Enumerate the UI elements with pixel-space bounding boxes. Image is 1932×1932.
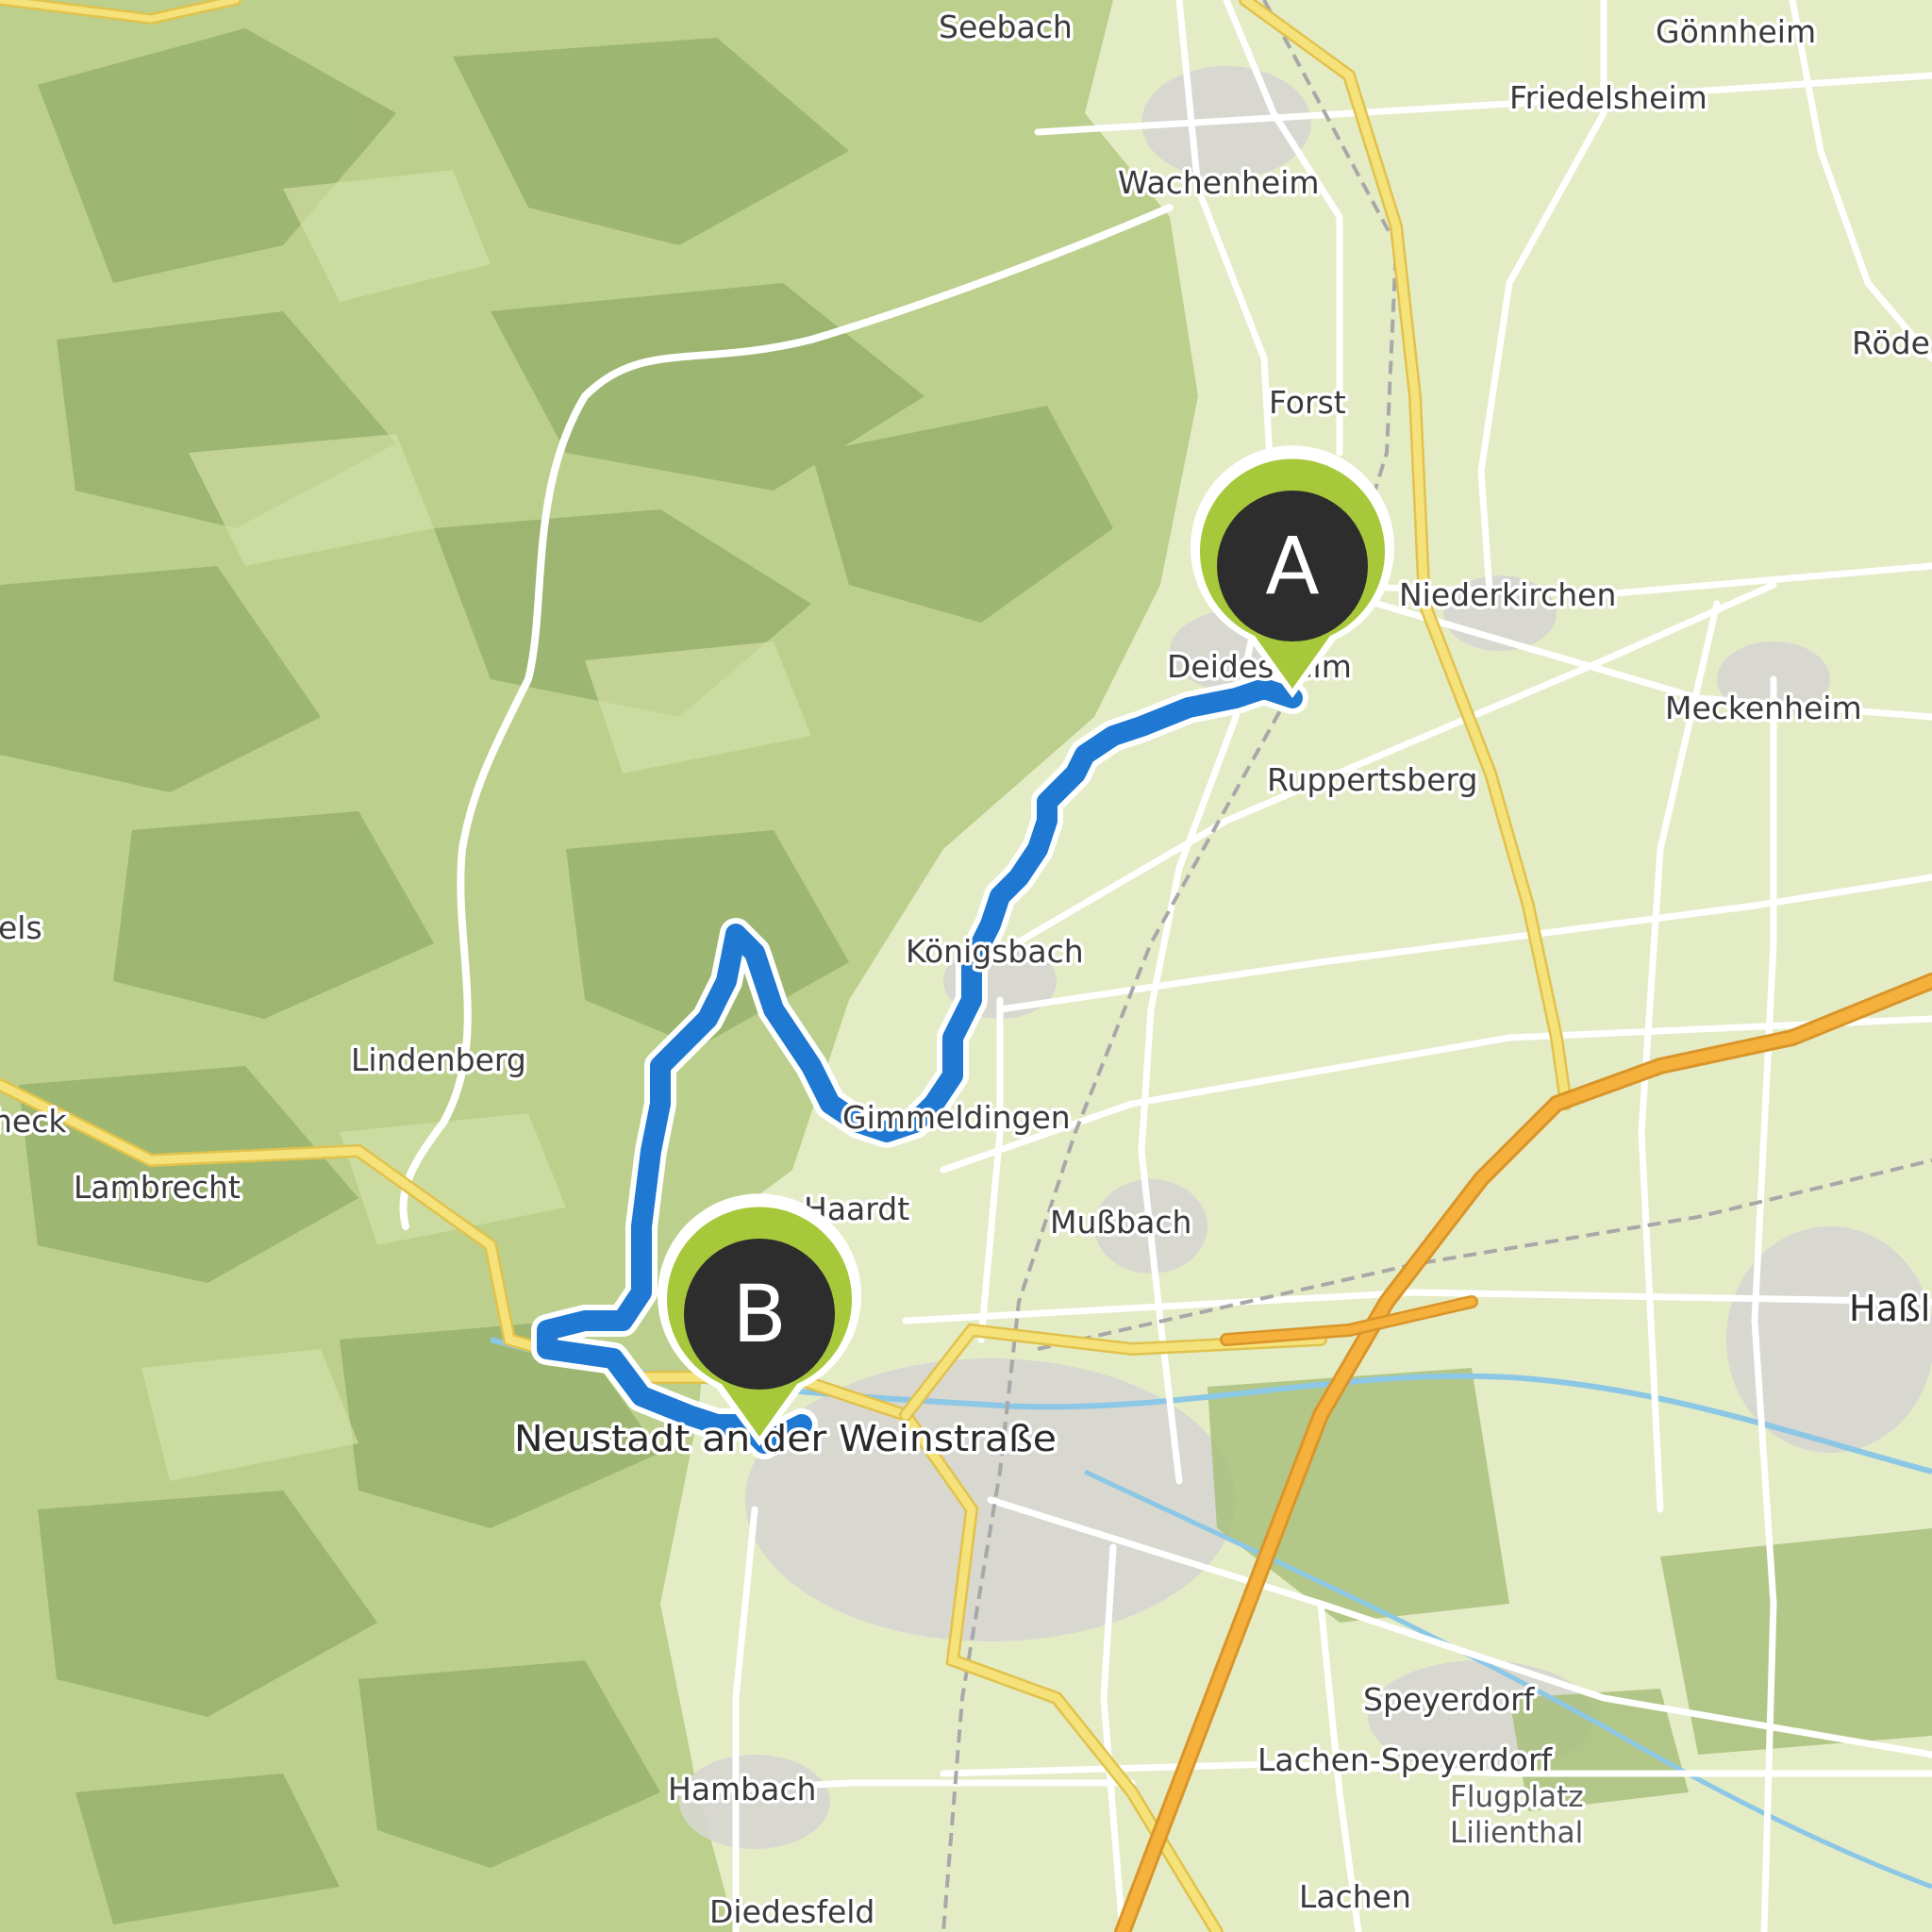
place-label-friedelsheim: Friedelsheim <box>1509 79 1707 116</box>
place-label-heck: heck <box>0 1103 67 1140</box>
place-label-lachen: Lachen <box>1299 1878 1411 1915</box>
place-label-neustadt: Neustadt an der Weinstraße <box>514 1418 1057 1459</box>
place-label-niederkirchen: Niederkirchen <box>1399 576 1616 613</box>
place-label-lambrecht: Lambrecht <box>74 1169 241 1206</box>
place-label-forst: Forst <box>1269 384 1346 421</box>
place-label-wachenheim: Wachenheim <box>1118 164 1320 201</box>
place-label-lachen-speyerdorf: Lachen-Speyerdorf <box>1257 1741 1554 1778</box>
place-label-flugplatz: Flugplatz <box>1450 1780 1583 1814</box>
place-label-lilienthal: Lilienthal <box>1450 1816 1583 1850</box>
end-marker-letter: B <box>732 1268 787 1360</box>
place-label-koenigsbach: Königsbach <box>906 933 1084 970</box>
place-label-gimmeldingen: Gimmeldingen <box>842 1099 1071 1136</box>
place-label-diedesfeld: Diedesfeld <box>709 1893 874 1930</box>
place-label-hambach: Hambach <box>668 1771 816 1807</box>
map-canvas[interactable]: Seebach Gönnheim Friedelsheim Wachenheim… <box>0 0 1932 1932</box>
place-label-meckenheim: Meckenheim <box>1665 690 1862 726</box>
map-view[interactable]: Seebach Gönnheim Friedelsheim Wachenheim… <box>0 0 1932 1932</box>
place-label-roedersheim: Röde <box>1852 325 1930 361</box>
place-label-els: els <box>0 909 42 946</box>
start-marker-letter: A <box>1265 520 1319 612</box>
place-label-speyerdorf: Speyerdorf <box>1363 1681 1536 1718</box>
place-label-lindenberg: Lindenberg <box>351 1041 526 1078</box>
place-label-hassloch: Haßl <box>1849 1288 1930 1329</box>
place-label-ruppertsberg: Ruppertsberg <box>1267 761 1477 798</box>
place-label-seebach: Seebach <box>939 8 1073 45</box>
place-label-goennheim: Gönnheim <box>1656 13 1816 50</box>
place-label-mussbach: Mußbach <box>1050 1204 1191 1241</box>
